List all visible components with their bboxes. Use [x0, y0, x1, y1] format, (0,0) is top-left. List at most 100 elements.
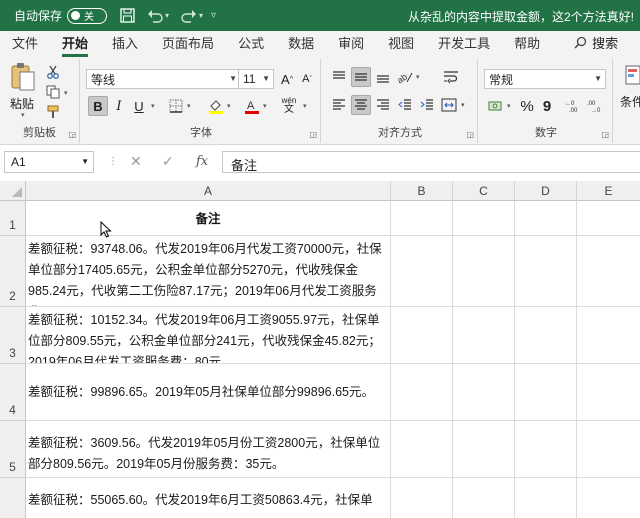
tab-developer[interactable]: 开发工具 [426, 33, 502, 57]
cell-c6[interactable] [453, 478, 515, 518]
row-header[interactable]: 2 [0, 236, 26, 307]
tab-page-layout[interactable]: 页面布局 [150, 33, 226, 57]
underline-button[interactable]: U [130, 96, 148, 116]
cell-b5[interactable] [391, 421, 453, 478]
comma-style-button[interactable]: 9 [538, 96, 556, 116]
fill-color-dropdown-icon[interactable]: ▾ [227, 102, 231, 110]
tab-view[interactable]: 视图 [376, 33, 426, 57]
cell-b2[interactable] [391, 236, 453, 307]
row-header[interactable]: 5 [0, 421, 26, 478]
font-launcher-icon[interactable]: ◲ [309, 130, 317, 139]
fill-color-icon[interactable] [206, 96, 226, 116]
format-painter-icon[interactable] [44, 103, 62, 121]
select-all-corner[interactable] [0, 181, 26, 201]
merge-dropdown-icon[interactable]: ▾ [461, 101, 465, 109]
redo-dropdown-icon[interactable]: ▾ [199, 11, 203, 20]
conditional-formatting-label[interactable]: 条件 [620, 93, 640, 110]
tab-file[interactable]: 文件 [0, 33, 50, 57]
insert-function-icon[interactable]: fx [196, 154, 208, 169]
search-box[interactable]: 搜索 [552, 33, 628, 57]
cell-b1[interactable] [391, 201, 453, 236]
cell-c3[interactable] [453, 307, 515, 364]
align-center-icon[interactable] [351, 95, 371, 115]
cell-d3[interactable] [515, 307, 577, 364]
row-header[interactable] [0, 478, 26, 518]
font-size-select[interactable]: 11 ▼ [238, 69, 274, 89]
save-icon[interactable] [119, 8, 135, 24]
row-header[interactable]: 3 [0, 307, 26, 364]
name-box[interactable]: A1 ▼ [4, 151, 94, 173]
accounting-format-icon[interactable] [486, 96, 506, 116]
bold-button[interactable]: B [88, 96, 108, 116]
cell-e4[interactable] [577, 364, 640, 421]
paste-icon[interactable] [8, 61, 38, 93]
undo-dropdown-icon[interactable]: ▾ [165, 11, 169, 20]
increase-decimal-icon[interactable]: ←0.00 [564, 96, 584, 116]
cell-b4[interactable] [391, 364, 453, 421]
redo-icon[interactable] [181, 8, 197, 24]
cancel-icon[interactable]: ✕ [130, 153, 142, 170]
cell-d4[interactable] [515, 364, 577, 421]
paste-label[interactable]: 粘贴 [10, 95, 34, 112]
align-bottom-icon[interactable] [373, 67, 393, 87]
align-right-icon[interactable] [373, 95, 393, 115]
column-header-c[interactable]: C [453, 181, 515, 201]
phonetic-dropdown-icon[interactable]: ▾ [303, 102, 307, 110]
formula-input[interactable]: 备注 [222, 151, 640, 173]
italic-button[interactable]: I [110, 96, 128, 116]
customize-qat-icon[interactable]: ▿ [211, 10, 216, 21]
cell-e6[interactable] [577, 478, 640, 518]
cell-d2[interactable] [515, 236, 577, 307]
number-launcher-icon[interactable]: ◲ [601, 130, 609, 139]
alignment-launcher-icon[interactable]: ◲ [466, 130, 474, 139]
column-header-d[interactable]: D [515, 181, 577, 201]
column-header-e[interactable]: E [577, 181, 640, 201]
column-header-b[interactable]: B [391, 181, 453, 201]
borders-dropdown-icon[interactable]: ▾ [187, 102, 191, 110]
cell-b3[interactable] [391, 307, 453, 364]
cell-a1[interactable]: 备注 [26, 201, 391, 236]
cell-e5[interactable] [577, 421, 640, 478]
shrink-font-button[interactable]: Aˇ [298, 69, 316, 89]
phonetic-guide-button[interactable]: wén 文 [278, 94, 300, 116]
paste-dropdown-icon[interactable]: ▾ [21, 111, 25, 119]
font-color-icon[interactable]: A [242, 96, 262, 116]
align-top-icon[interactable] [329, 67, 349, 87]
increase-indent-icon[interactable] [417, 95, 437, 115]
cell-e3[interactable] [577, 307, 640, 364]
cell-d1[interactable] [515, 201, 577, 236]
tab-help[interactable]: 帮助 [502, 33, 552, 57]
tab-home[interactable]: 开始 [50, 33, 100, 57]
cell-a3[interactable]: 差额征税：10152.34。代发2019年06月工资9055.97元，社保单位部… [26, 307, 391, 364]
cell-b6[interactable] [391, 478, 453, 518]
tab-data[interactable]: 数据 [276, 33, 326, 57]
cell-e1[interactable] [577, 201, 640, 236]
tab-formulas[interactable]: 公式 [226, 33, 276, 57]
copy-icon[interactable] [44, 83, 62, 101]
underline-dropdown-icon[interactable]: ▾ [151, 102, 155, 110]
tab-review[interactable]: 审阅 [326, 33, 376, 57]
tab-insert[interactable]: 插入 [100, 33, 150, 57]
cell-a5[interactable]: 差额征税：3609.56。代发2019年05月份工资2800元，社保单位部分80… [26, 421, 391, 478]
orientation-dropdown-icon[interactable]: ▾ [416, 73, 420, 81]
percent-style-button[interactable]: % [518, 96, 536, 116]
merge-center-icon[interactable] [439, 95, 459, 115]
copy-dropdown-icon[interactable]: ▾ [64, 89, 68, 97]
cell-e2[interactable] [577, 236, 640, 307]
cell-a4[interactable]: 差额征税：99896.65。2019年05月社保单位部分99896.65元。 [26, 364, 391, 421]
grow-font-button[interactable]: A ^ [278, 69, 296, 89]
enter-icon[interactable]: ✓ [162, 153, 174, 170]
cell-d6[interactable] [515, 478, 577, 518]
wrap-text-icon[interactable] [439, 67, 463, 87]
borders-icon[interactable] [166, 96, 186, 116]
accounting-dropdown-icon[interactable]: ▾ [507, 102, 511, 110]
cell-c1[interactable] [453, 201, 515, 236]
orientation-icon[interactable]: ab [395, 67, 415, 87]
cut-icon[interactable] [44, 63, 62, 81]
row-header[interactable]: 1 [0, 201, 26, 236]
number-format-select[interactable]: 常规 ▼ [484, 69, 606, 89]
decrease-decimal-icon[interactable]: .00 →0 [586, 96, 606, 116]
autosave-toggle[interactable]: 关 [67, 7, 108, 24]
decrease-indent-icon[interactable] [395, 95, 415, 115]
clipboard-launcher-icon[interactable]: ◲ [68, 130, 76, 139]
